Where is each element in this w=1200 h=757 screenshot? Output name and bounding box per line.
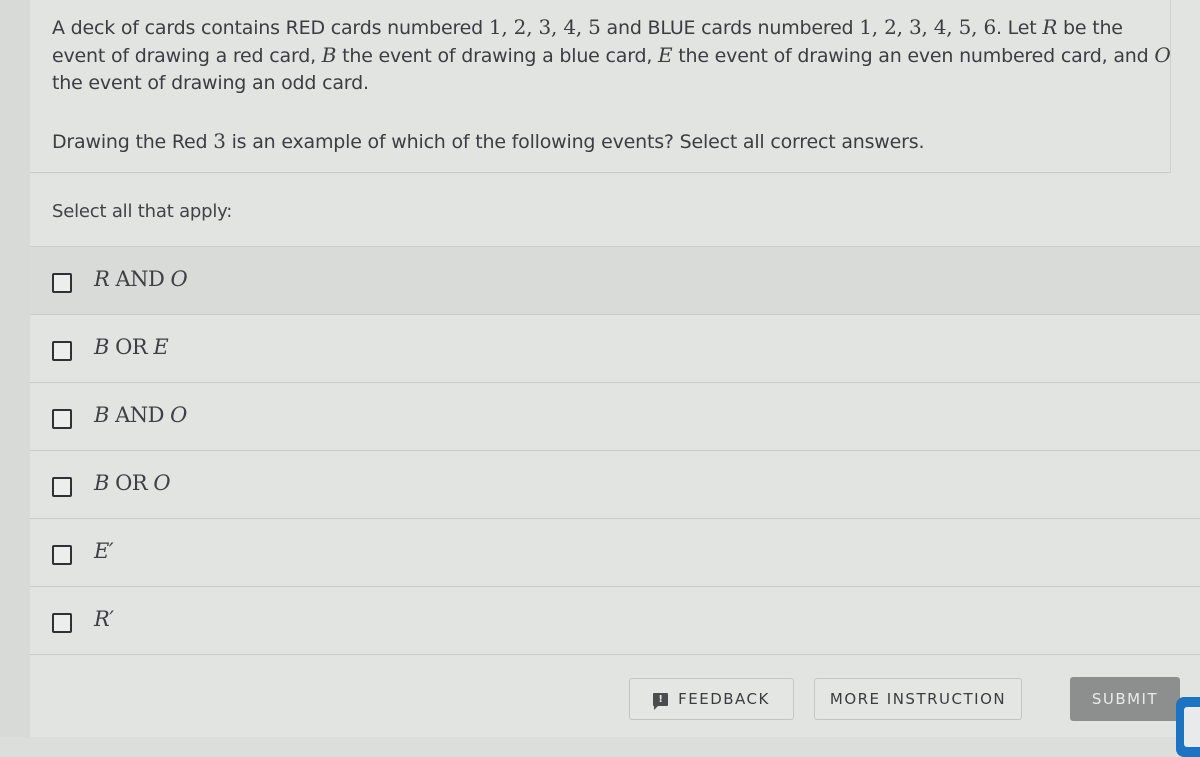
answer-options: R AND O B OR E B AND O B OR O E′ R′ [30, 247, 1200, 655]
option-var: B [94, 335, 109, 359]
floating-widget[interactable] [1176, 697, 1200, 757]
option-e-complement[interactable]: E′ [30, 519, 1200, 587]
option-var: R [94, 267, 110, 291]
feedback-icon: ! [653, 692, 669, 710]
stem-text: . Let [996, 17, 1043, 39]
checkbox[interactable] [52, 477, 72, 497]
checkbox[interactable] [52, 409, 72, 429]
option-b-and-o[interactable]: B AND O [30, 383, 1200, 451]
stem-text: and BLUE cards numbered [600, 17, 860, 39]
prompt-text: Drawing the Red [52, 131, 214, 153]
red-numbers: 1, 2, 3, 4, 5 [488, 15, 601, 39]
option-label: E′ [94, 539, 114, 563]
submit-button[interactable]: SUBMIT [1070, 677, 1180, 721]
variable-r: R [1042, 15, 1058, 39]
stem-text: the event of drawing an even numbered ca… [672, 45, 1155, 67]
checkbox[interactable] [52, 341, 72, 361]
variable-e: E [658, 43, 673, 67]
blue-numbers: 1, 2, 3, 4, 5, 6 [859, 15, 996, 39]
option-var: O [153, 471, 171, 495]
action-footer: ! FEEDBACK MORE INSTRUCTION SUBMIT [30, 653, 1200, 737]
option-r-complement[interactable]: R′ [30, 587, 1200, 655]
option-var: E′ [94, 539, 114, 563]
option-operator: AND [108, 403, 171, 427]
left-gutter [0, 0, 31, 737]
option-b-or-e[interactable]: B OR E [30, 315, 1200, 383]
question-prompt: Drawing the Red 3 is an example of which… [52, 128, 1152, 156]
question-stem: A deck of cards contains RED cards numbe… [52, 14, 1172, 97]
option-label: B OR O [94, 471, 171, 495]
submit-label: SUBMIT [1091, 690, 1159, 708]
more-instruction-label: MORE INSTRUCTION [829, 690, 1007, 708]
stem-text: A deck of cards contains RED cards numbe… [52, 17, 489, 39]
prompt-text: is an example of which of the following … [225, 131, 925, 153]
option-var: B [94, 403, 109, 427]
select-all-instruction: Select all that apply: [52, 201, 233, 222]
feedback-button[interactable]: ! FEEDBACK [629, 678, 794, 720]
instruction-block: Select all that apply: [30, 173, 1200, 247]
question-panel: A deck of cards contains RED cards numbe… [30, 0, 1200, 737]
option-label: R AND O [94, 267, 188, 291]
option-var: E [153, 335, 169, 359]
feedback-label: FEEDBACK [678, 690, 770, 708]
option-label: B OR E [94, 335, 169, 359]
checkbox[interactable] [52, 273, 72, 293]
option-var: R′ [94, 607, 114, 631]
option-b-or-o[interactable]: B OR O [30, 451, 1200, 519]
prompt-number: 3 [213, 129, 226, 153]
checkbox[interactable] [52, 545, 72, 565]
option-label: B AND O [94, 403, 187, 427]
option-operator: OR [108, 335, 154, 359]
stem-text: the event of drawing an odd card. [52, 72, 369, 94]
option-var: O [170, 403, 187, 427]
variable-b: B [321, 43, 337, 67]
option-operator: AND [109, 267, 171, 291]
question-block: A deck of cards contains RED cards numbe… [30, 0, 1171, 173]
option-r-and-o[interactable]: R AND O [30, 247, 1200, 315]
checkbox[interactable] [52, 613, 72, 633]
option-var: B [94, 471, 109, 495]
option-var: O [170, 267, 188, 291]
option-operator: OR [108, 471, 154, 495]
stem-text: the event of drawing a blue card, [336, 45, 659, 67]
option-label: R′ [94, 607, 114, 631]
more-instruction-button[interactable]: MORE INSTRUCTION [814, 678, 1022, 720]
variable-o: O [1154, 43, 1171, 67]
